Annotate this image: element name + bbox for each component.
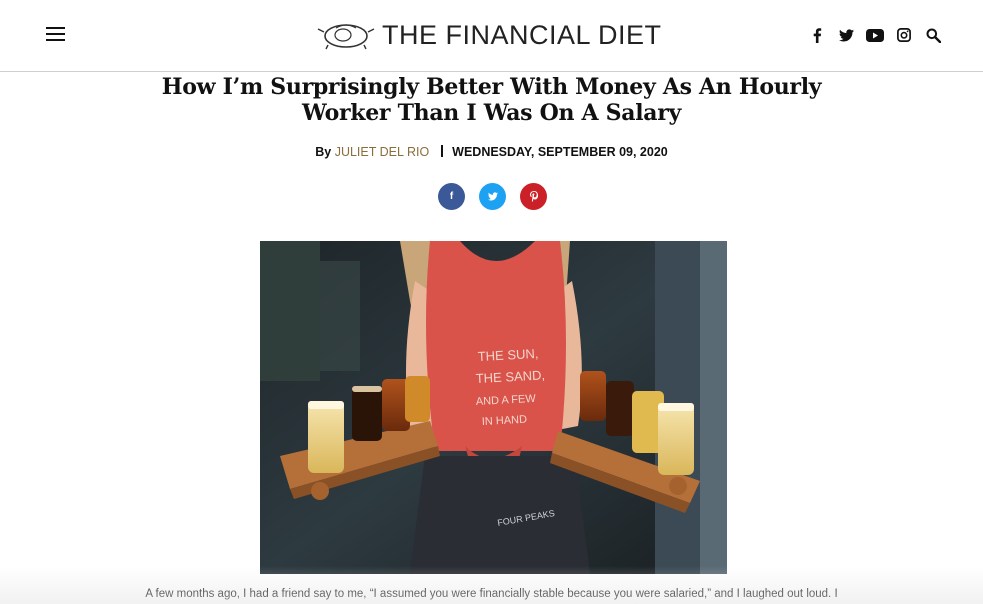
twitter-icon [487,192,498,201]
social-links [798,25,943,45]
share-buttons: f [438,183,561,210]
menu-bar [46,39,65,41]
pinterest-icon [529,191,538,202]
share-pinterest-button[interactable] [520,183,547,210]
logo-text: THE FINANCIAL DIET [382,19,662,50]
article-first-paragraph: A few months ago, I had a friend say to … [145,588,838,600]
shirt-text-line: IN HAND [482,414,528,428]
share-facebook-button[interactable]: f [438,183,465,210]
facebook-icon[interactable] [807,25,827,45]
logo-pig-icon [317,24,375,50]
author-link[interactable]: JULIET DEL RIO [335,145,429,159]
twitter-icon[interactable] [836,25,856,45]
site-header: THE FINANCIAL DIET [0,0,983,72]
by-label: By [315,145,332,159]
share-twitter-button[interactable] [479,183,506,210]
facebook-icon: f [449,191,454,202]
publish-date: WEDNESDAY, SEPTEMBER 09, 2020 [452,145,668,159]
byline-divider [440,145,443,157]
article-title: How I’m Surprisingly Better With Money A… [161,74,822,126]
hero-photo: THE SUN, THE SAND, AND A FEW IN HAND FOU… [260,241,727,574]
menu-bar [46,27,65,29]
shirt-text-line: THE SUN, [477,346,538,364]
instagram-icon[interactable] [894,25,914,45]
youtube-icon[interactable] [865,25,885,45]
menu-bar [46,33,65,35]
search-icon[interactable] [923,25,943,45]
menu-button[interactable] [46,27,68,45]
byline: By JULIET DEL RIO WEDNESDAY, SEPTEMBER 0… [0,145,983,159]
hero-image: THE SUN, THE SAND, AND A FEW IN HAND FOU… [260,241,727,574]
site-logo[interactable]: THE FINANCIAL DIET [316,19,662,51]
